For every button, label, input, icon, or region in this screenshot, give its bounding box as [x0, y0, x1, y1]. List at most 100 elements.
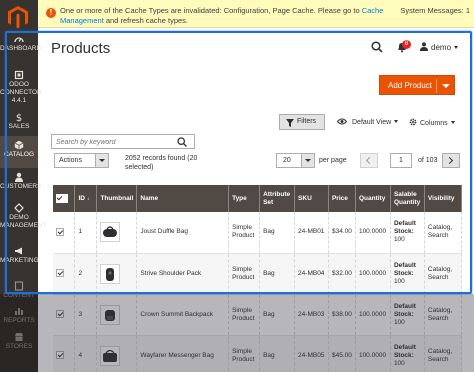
cell-type: Simple Product [228, 212, 261, 254]
sidebar-item-label: DEMO MANAGEMENT [0, 214, 47, 229]
column-header-type[interactable]: Type [228, 185, 261, 212]
add-product-options-icon[interactable] [442, 84, 450, 88]
grid-header-row: ID ↓ Thumbnail Name Type Attribute Set SK… [53, 185, 463, 212]
split-divider [436, 79, 437, 93]
system-messages[interactable]: System Messages: 1 [386, 6, 470, 16]
sidebar-item-label: DASHBOARD [0, 45, 42, 52]
search-icon[interactable] [177, 137, 187, 147]
cell-quantity: 100.0000 [355, 253, 391, 295]
previous-page-button[interactable] [360, 153, 378, 168]
cell-id: 1 [74, 212, 98, 254]
sidebar-item-label: CATALOG [3, 151, 35, 158]
filters-label: Filters [297, 118, 317, 125]
funnel-icon [286, 119, 294, 127]
records-found-text: 2052 records found (20 selected) [125, 155, 198, 171]
column-label: ID [78, 194, 85, 202]
sidebar-item-demo-management[interactable]: DEMO MANAGEMENT [0, 203, 47, 230]
sidebar-item-dashboard[interactable]: DASHBOARD [0, 34, 42, 53]
actions-label: Actions [59, 157, 82, 164]
checkbox [56, 194, 63, 202]
mass-select-header[interactable] [53, 185, 76, 212]
product-thumbnail[interactable] [100, 263, 121, 284]
row-checkbox[interactable] [56, 227, 64, 236]
chevron-left-icon [365, 156, 374, 165]
cell-attribute-set: Bag [259, 212, 296, 254]
page-title: Products [51, 40, 111, 57]
column-header-visibility[interactable]: Visibility [424, 185, 463, 212]
stock-label: Default Stock: [393, 220, 416, 236]
notification-count-badge: 8 [402, 40, 411, 49]
per-page-value: 20 [283, 157, 291, 164]
stock-value: 100 [393, 236, 405, 244]
chevron-down-icon [305, 159, 311, 162]
row-select-cell[interactable] [53, 212, 76, 254]
cell-salable-quantity: Default Stock: 100 [390, 212, 425, 254]
user-menu[interactable]: demo [420, 42, 459, 52]
cell-price: $34.00 [328, 212, 356, 254]
global-search-icon[interactable] [371, 41, 383, 53]
stock-label: Default Stock: [393, 261, 416, 277]
cell-quantity: 100.0000 [355, 212, 391, 254]
column-header-price[interactable]: Price [328, 185, 356, 212]
mass-select-checkbox[interactable] [56, 193, 68, 203]
column-header-sku[interactable]: SKU [294, 185, 329, 212]
sidebar-item-sales[interactable]: $ SALES [0, 112, 38, 131]
chevron-down-icon [454, 46, 459, 49]
per-page-select[interactable]: 20 [276, 153, 315, 168]
column-header-quantity[interactable]: Quantity [355, 185, 391, 212]
current-page-input[interactable]: 1 [390, 153, 412, 168]
actions-dropdown-toggle[interactable] [95, 154, 108, 167]
cache-notice-message: One or more of the Cache Types are inval… [60, 6, 390, 26]
content-icon [14, 281, 24, 291]
product-thumbnail[interactable] [100, 222, 121, 243]
gear-icon [409, 118, 417, 126]
cube-icon [14, 140, 24, 150]
next-page-button[interactable] [442, 153, 460, 168]
mass-actions-select[interactable]: Actions [54, 153, 109, 168]
total-pages-label: of 103 [418, 157, 438, 164]
filters-button[interactable]: Filters [279, 114, 325, 130]
megaphone-icon [15, 247, 22, 255]
table-row[interactable]: 2 Strive Shoulder Pack Simple Product Ba… [53, 253, 463, 295]
sidebar-item-customers[interactable]: CUSTOMERS [0, 172, 41, 191]
cell-price: $32.00 [328, 253, 356, 295]
row-checkbox[interactable] [56, 269, 64, 278]
per-page-label: per page [319, 157, 347, 164]
default-view-dropdown[interactable]: Default View [337, 118, 399, 126]
cell-visibility: Catalog, Search [424, 253, 463, 295]
column-header-attribute-set[interactable]: Attribute Set [259, 185, 296, 212]
sidebar-item-marketing[interactable]: MARKETING [0, 246, 39, 265]
per-page-dropdown-toggle[interactable] [301, 154, 314, 167]
columns-label: Columns [420, 120, 448, 127]
person-icon [15, 172, 23, 182]
sidebar-item-odoo-connector[interactable]: ODOO CONNECTOR 4.4.1 [0, 70, 42, 105]
cell-type: Simple Product [228, 253, 261, 295]
notice-text: One or more of the Cache Types are inval… [60, 6, 362, 15]
cell-name: Joust Duffle Bag [136, 212, 230, 254]
view-label: Default View [352, 119, 392, 126]
shoulder-pack-image [106, 267, 115, 281]
dollar-icon: $ [16, 113, 22, 122]
sidebar-item-label: ODOO CONNECTOR 4.4.1 [0, 81, 42, 104]
cell-name: Strive Shoulder Pack [136, 253, 230, 295]
table-row[interactable]: 1 Joust Duffle Bag Simple Product Bag 24… [53, 212, 463, 254]
sort-arrow-icon: ↓ [86, 195, 90, 202]
eye-icon [337, 118, 347, 125]
cell-thumbnail [96, 212, 138, 254]
row-select-cell[interactable] [53, 253, 76, 295]
chevron-down-icon [99, 159, 105, 162]
demo-icon [14, 203, 24, 213]
sidebar-item-catalog[interactable]: CATALOG [0, 136, 38, 168]
cache-notice-bar: ! One or more of the Cache Types are inv… [38, 0, 474, 28]
svg-text:$: $ [16, 113, 22, 122]
column-header-name[interactable]: Name [136, 185, 230, 212]
cell-sku: 24-MB04 [294, 253, 329, 295]
keyword-search-input[interactable] [56, 137, 172, 147]
columns-dropdown[interactable]: Columns [409, 118, 455, 127]
cell-salable-quantity: Default Stock: 100 [390, 253, 425, 295]
magento-logo-icon[interactable] [7, 5, 29, 29]
dimmed-overlay [38, 294, 474, 372]
add-product-button[interactable]: Add Product [379, 75, 455, 95]
column-header-id[interactable]: ID ↓ [74, 185, 98, 212]
sidebar-item-label: MARKETING [0, 257, 39, 264]
